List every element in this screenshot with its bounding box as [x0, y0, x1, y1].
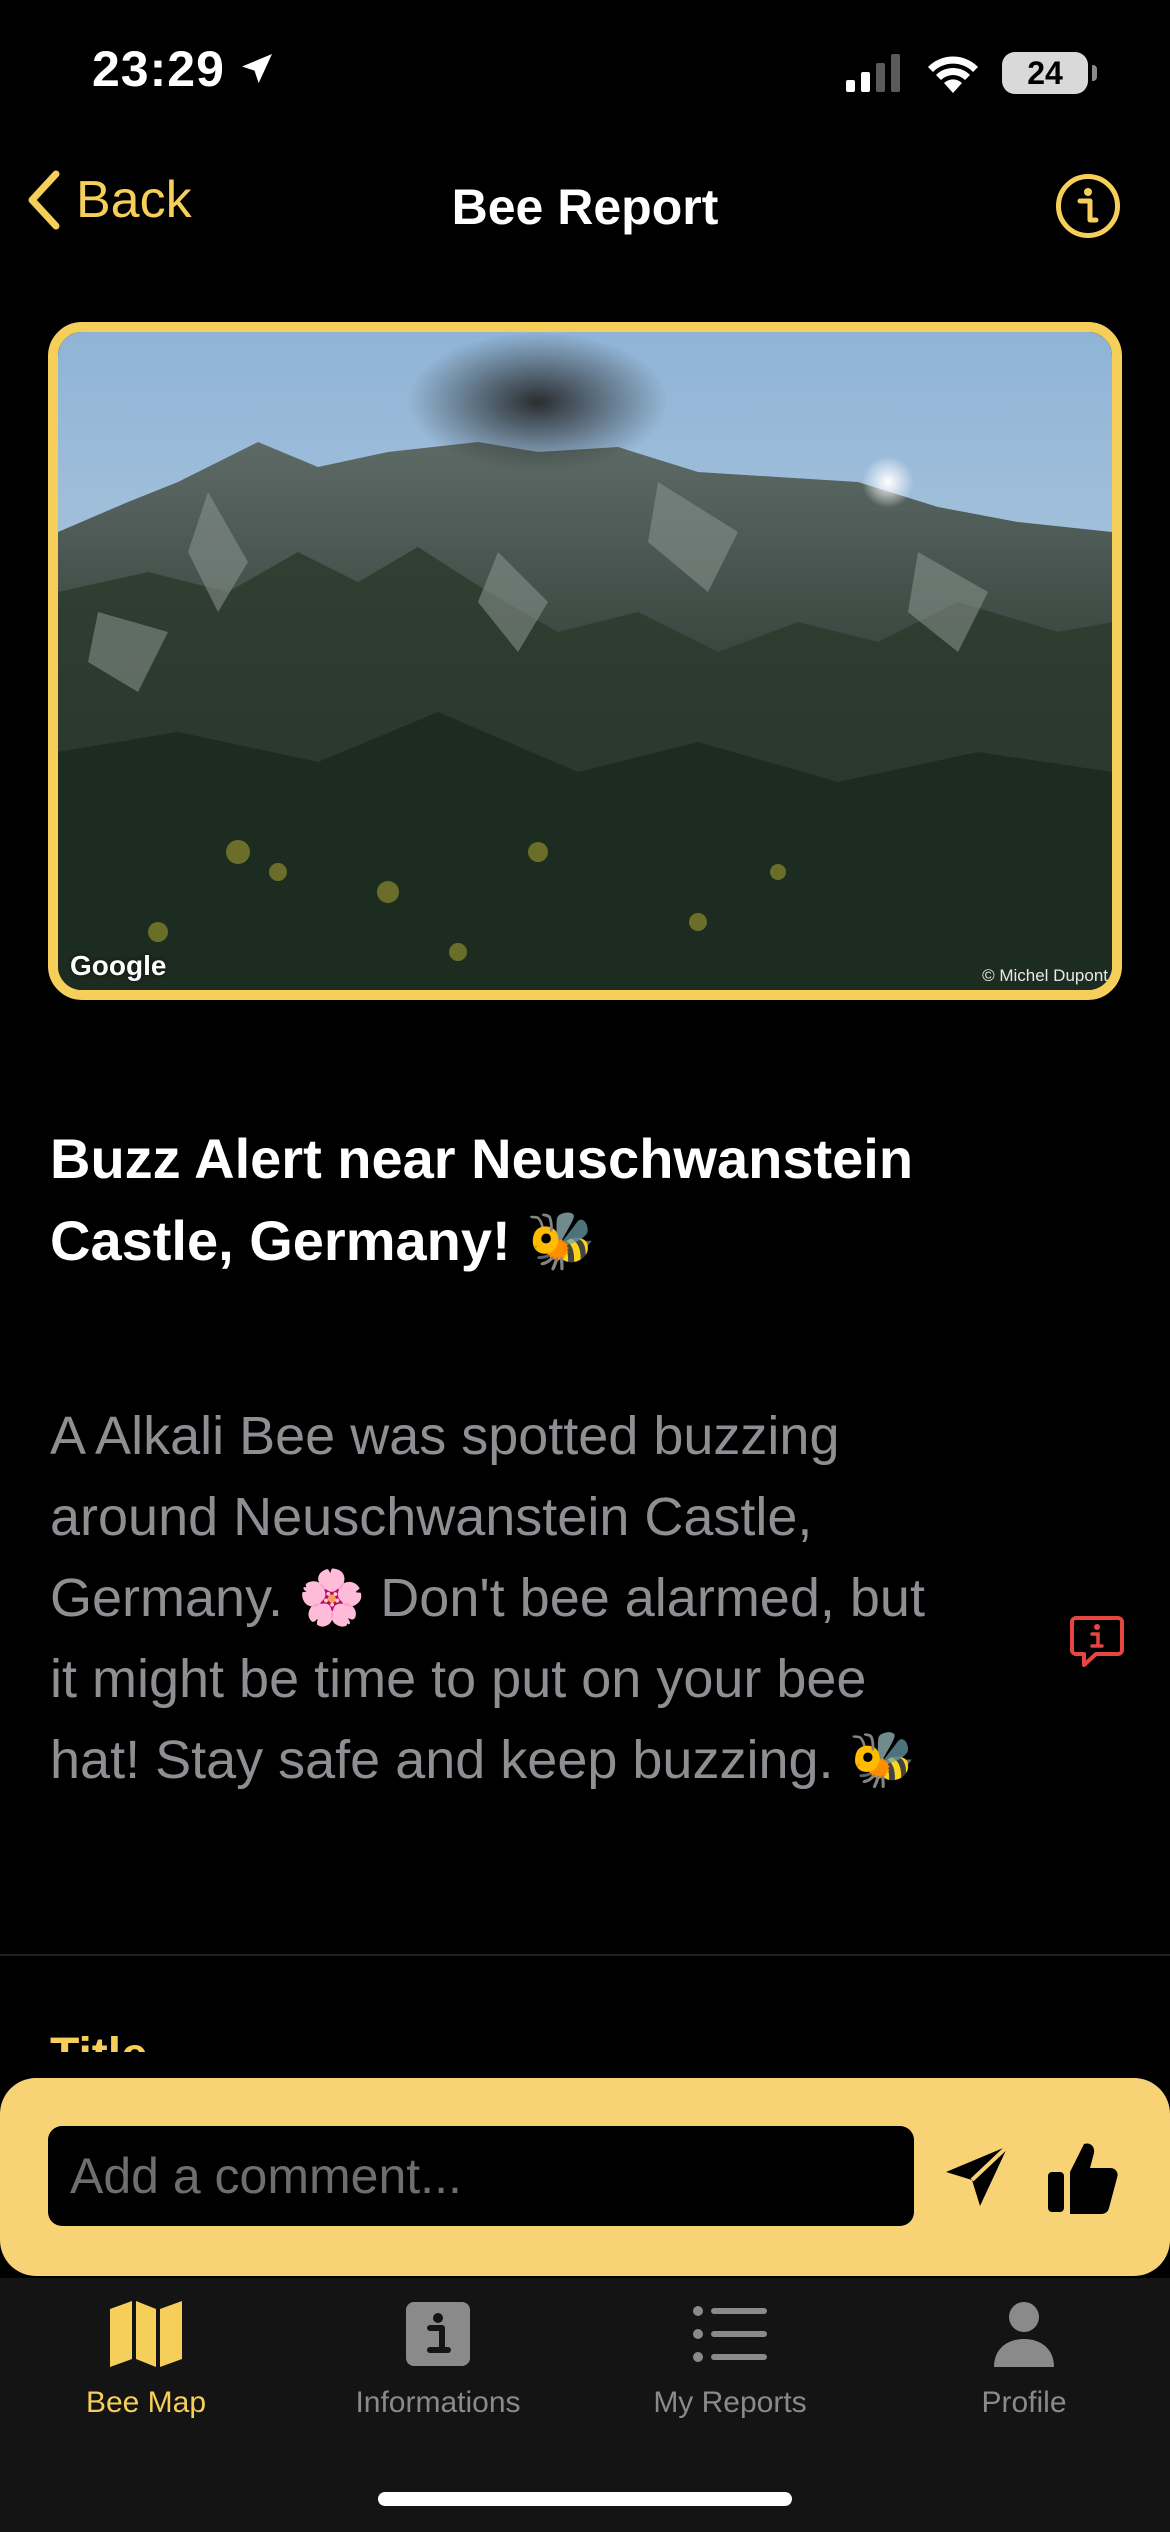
location-arrow-icon	[241, 54, 272, 84]
section-divider	[0, 1954, 1170, 1956]
map-icon	[106, 2294, 186, 2374]
report-headline: Buzz Alert near Neuschwanstein Castle, G…	[50, 1127, 914, 1272]
info-square-icon	[398, 2294, 478, 2374]
tab-informations-label: Informations	[355, 2386, 521, 2419]
tab-my-reports[interactable]: My Reports	[600, 2294, 860, 2420]
list-icon	[690, 2294, 770, 2374]
person-icon	[984, 2294, 1064, 2374]
tab-bee-map[interactable]: Bee Map	[16, 2294, 276, 2420]
info-button[interactable]	[1056, 174, 1120, 238]
home-indicator	[378, 2492, 792, 2506]
cellular-signal-icon	[846, 54, 900, 92]
send-icon[interactable]	[942, 2140, 1014, 2212]
tab-profile-label: Profile	[981, 2386, 1067, 2419]
battery-icon: 24	[1002, 52, 1097, 94]
battery-level: 24	[1027, 54, 1063, 91]
google-credit: Google	[70, 950, 167, 981]
report-alert-icon[interactable]	[1068, 1612, 1126, 1670]
comment-input[interactable]	[48, 2126, 914, 2226]
info-icon	[1077, 188, 1099, 223]
status-indicators: 24	[844, 52, 1097, 94]
wifi-icon	[928, 56, 978, 93]
tab-bee-map-label: Bee Map	[85, 2386, 207, 2419]
street-view-photo	[48, 322, 1122, 1000]
section-title-label: Title	[50, 2028, 148, 2052]
tab-profile[interactable]: Profile	[894, 2294, 1154, 2420]
tab-my-reports-label: My Reports	[653, 2386, 807, 2419]
status-time-text: 23:29	[92, 41, 225, 97]
thumbs-up-icon[interactable]	[1046, 2136, 1118, 2216]
tab-informations[interactable]: Informations	[308, 2294, 568, 2420]
photo-author-credit: © Michel Dupont	[982, 966, 1108, 985]
page-title: Bee Report	[451, 179, 719, 235]
status-time: 23:29	[92, 40, 277, 98]
report-body: A Alkali Bee was spotted buzzing around …	[50, 1406, 925, 1790]
